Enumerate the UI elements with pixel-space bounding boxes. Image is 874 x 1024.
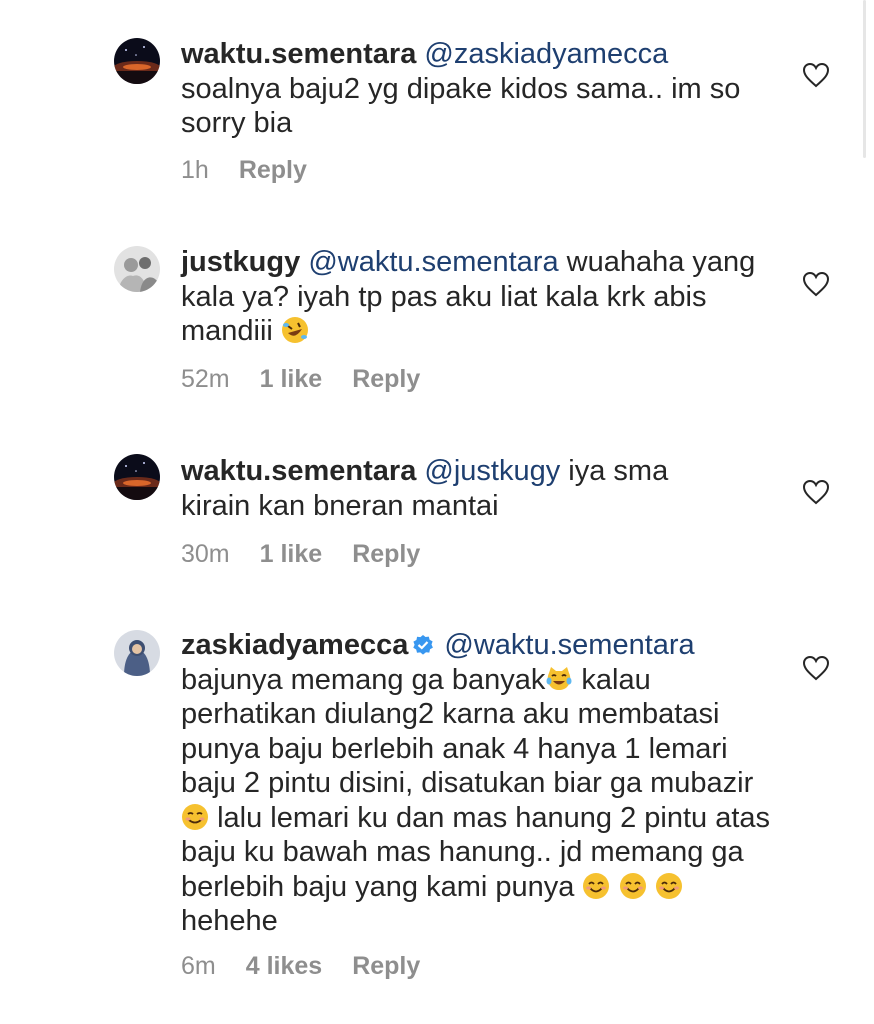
comment-mention[interactable]: @zaskiadyamecca [424,38,668,70]
reply-button[interactable]: Reply [239,156,307,184]
comment-text: justkugy @waktu.sementara wuahaha yang k… [181,245,761,349]
cat-tears-of-joy-emoji-icon [546,666,572,690]
likes-count[interactable]: 1 like [260,540,323,568]
night-sky-avatar-image [114,38,160,84]
smiling-eyes-emoji-icon [655,872,682,899]
comment-meta: 1h Reply [181,156,307,185]
comment-body-part-1: bajunya memang ga banyak [181,663,546,696]
reply-button[interactable]: Reply [352,952,420,980]
people-photo-avatar-image [114,246,160,292]
reply-button[interactable]: Reply [352,365,420,393]
woman-hijab-avatar-image [114,630,160,676]
comment-username[interactable]: waktu.sementara [181,38,416,70]
smiling-eyes-emoji-icon [619,872,646,899]
comment-time: 6m [181,952,216,980]
comment-text: waktu.sementara @justkugy iya sma kirain… [181,454,711,523]
heart-icon[interactable] [802,62,830,88]
avatar[interactable] [114,630,160,676]
rolling-laughing-emoji-icon [281,317,308,343]
verified-badge-icon [413,635,434,655]
comment-mention[interactable]: @waktu.sementara [444,629,694,661]
comment-time: 1h [181,156,209,184]
reply-button[interactable]: Reply [352,540,420,568]
night-sky-avatar-image [114,454,160,500]
smiling-face-emoji-icon [182,803,208,830]
comment-meta: 52m 1 like Reply [181,365,420,394]
scrollbar[interactable] [863,0,866,158]
comment-username[interactable]: justkugy [181,246,300,278]
heart-icon[interactable] [802,479,830,505]
comment-meta: 6m 4 likes Reply [181,952,420,981]
comment-username[interactable]: zaskiadyamecca [181,629,408,661]
likes-count[interactable]: 1 like [260,365,323,393]
comment-text: waktu.sementara @zaskiadyamecca soalnya … [181,37,761,141]
comment-body-part-4: hehehe [181,905,278,937]
heart-icon[interactable] [802,271,830,297]
comment-mention[interactable]: @waktu.sementara [308,246,558,278]
comment-body: soalnya baju2 yg dipake kidos sama.. im … [181,72,741,140]
smiling-eyes-emoji-icon [583,872,610,899]
comment-username[interactable]: waktu.sementara [181,455,416,487]
likes-count[interactable]: 4 likes [246,952,322,980]
comment-meta: 30m 1 like Reply [181,540,420,569]
avatar[interactable] [114,454,160,500]
comment-time: 52m [181,365,230,393]
comment-time: 30m [181,540,230,568]
comment-mention[interactable]: @justkugy [424,455,560,487]
heart-icon[interactable] [802,655,830,681]
comment-text: zaskiadyamecca @waktu.sementara bajunya … [181,628,771,939]
avatar[interactable] [114,246,160,292]
avatar[interactable] [114,38,160,84]
